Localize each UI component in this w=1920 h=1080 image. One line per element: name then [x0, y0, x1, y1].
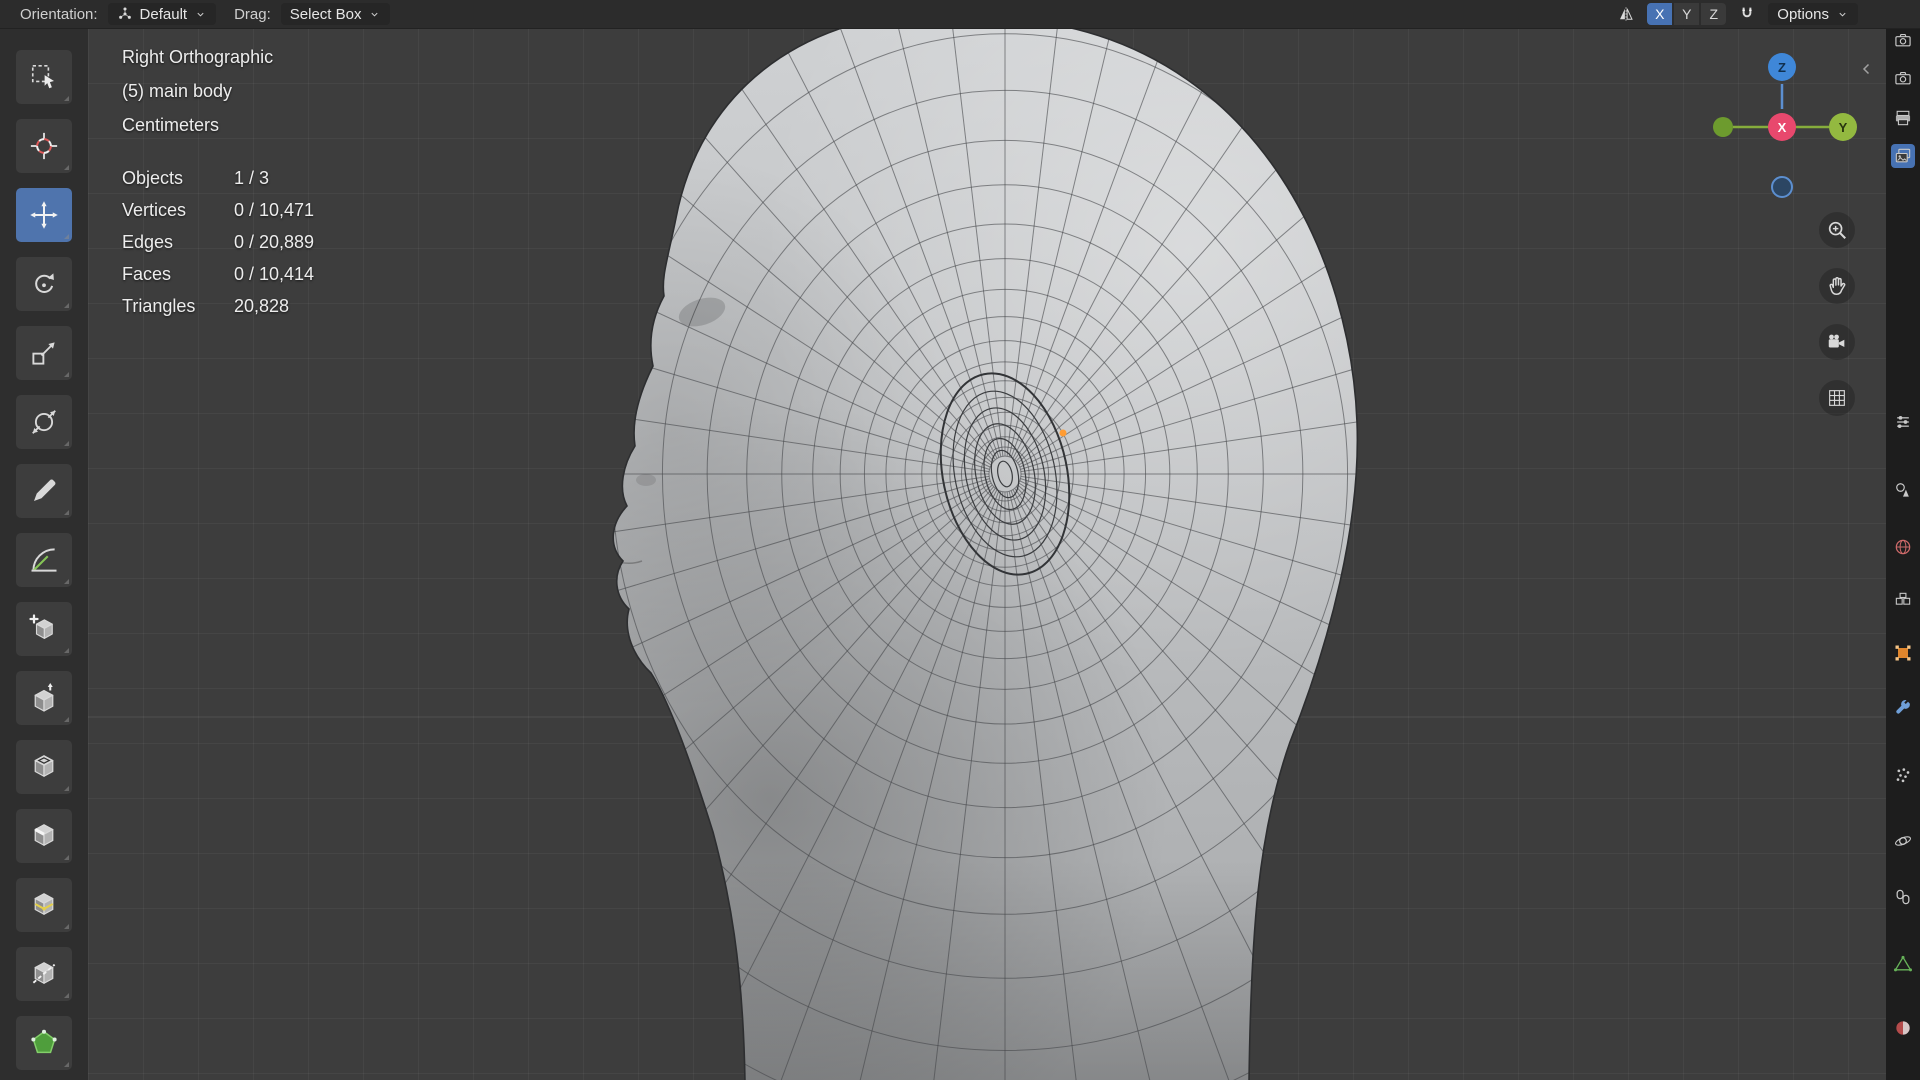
active-object-label: (5) main body: [122, 81, 233, 101]
stat-label: Objects: [122, 168, 184, 188]
view-mode-label: Right Orthographic: [122, 47, 274, 67]
tool-extrude-region[interactable]: [16, 671, 72, 725]
tool-rotate[interactable]: [16, 257, 72, 311]
tab-tool-properties[interactable]: [1891, 410, 1915, 434]
tab-physics-properties[interactable]: [1891, 829, 1915, 853]
tab-constraint-properties[interactable]: [1891, 885, 1915, 909]
tool-shelf: [0, 28, 88, 1080]
stat-row: Edges 0 / 20,889: [122, 226, 314, 258]
header-right-cluster: X Y Z Options: [1617, 3, 1858, 25]
tool-loop-cut[interactable]: [16, 878, 72, 932]
axis-orientation-icon: [117, 6, 133, 22]
tab-render-properties[interactable]: [1891, 66, 1915, 90]
stat-row: Objects 1 / 3: [122, 162, 314, 194]
mesh-statistics: Objects 1 / 3 Vertices 0 / 10,471 Edges 0 /…: [122, 162, 314, 322]
options-label: Options: [1777, 5, 1829, 23]
tool-inset-faces[interactable]: [16, 740, 72, 794]
tool-add-cube[interactable]: [16, 602, 72, 656]
units-label: Centimeters: [122, 115, 220, 135]
tool-transform[interactable]: [16, 395, 72, 449]
tab-output-properties[interactable]: [1891, 106, 1915, 130]
stat-value: 0 / 10,471: [234, 200, 315, 220]
chevron-down-icon: [1836, 8, 1849, 21]
pan-button[interactable]: [1819, 268, 1855, 304]
navigation-gizmo[interactable]: Z Y X: [1700, 36, 1870, 206]
gizmo-y-label: Y: [1839, 120, 1848, 135]
gizmo-z-negative-ball[interactable]: [1771, 176, 1793, 198]
orientation-value: Default: [139, 5, 188, 23]
tab-world-properties[interactable]: [1891, 535, 1915, 559]
viewport-nav-buttons: [1819, 212, 1855, 416]
tool-tweak-select[interactable]: [16, 50, 72, 104]
tab-scene-properties[interactable]: [1891, 478, 1915, 502]
mirror-x-toggle[interactable]: X: [1647, 3, 1673, 25]
tab-collection-properties[interactable]: [1891, 588, 1915, 612]
viewport-info-overlay: Right Orthographic (5) main body Centime…: [122, 40, 314, 322]
chevron-down-icon: [194, 8, 207, 21]
stat-value: 20,828: [234, 296, 290, 316]
stat-row: Triangles 20,828: [122, 290, 314, 322]
gizmo-x-label: X: [1778, 120, 1787, 135]
tool-bevel[interactable]: [16, 809, 72, 863]
tool-measure[interactable]: [16, 533, 72, 587]
snap-icon[interactable]: [1738, 5, 1756, 23]
stat-label: Faces: [122, 264, 172, 284]
chevron-down-icon: [368, 8, 381, 21]
mirror-z-toggle[interactable]: Z: [1701, 3, 1727, 25]
tool-cursor[interactable]: [16, 119, 72, 173]
stat-label: Triangles: [122, 296, 196, 316]
options-dropdown[interactable]: Options: [1768, 3, 1858, 25]
stat-value: 1 / 3: [234, 168, 270, 188]
tool-move[interactable]: [16, 188, 72, 242]
tab-modifier-properties[interactable]: [1891, 696, 1915, 720]
properties-rail: [1886, 28, 1920, 1080]
stat-value: 0 / 10,414: [234, 264, 315, 284]
tab-material-properties[interactable]: [1891, 1016, 1915, 1040]
mirror-axis-toggles: X Y Z: [1647, 3, 1727, 25]
tool-annotate[interactable]: [16, 464, 72, 518]
tool-knife[interactable]: [16, 947, 72, 1001]
grid-ortho-button[interactable]: [1819, 380, 1855, 416]
viewport-header: Orientation: Default Drag: Select Box X …: [0, 0, 1920, 28]
stat-row: Faces 0 / 10,414: [122, 258, 314, 290]
gizmo-z-label: Z: [1778, 60, 1786, 75]
stat-label: Vertices: [122, 200, 187, 220]
gizmo-y-negative-ball[interactable]: [1713, 117, 1733, 137]
stat-value: 0 / 20,889: [234, 232, 315, 252]
orientation-label: Orientation:: [20, 5, 98, 23]
viewport-canvas[interactable]: [88, 28, 1886, 1080]
camera-view-button[interactable]: [1819, 324, 1855, 360]
mirror-y-toggle[interactable]: Y: [1674, 3, 1700, 25]
stat-label: Edges: [122, 232, 174, 252]
stat-row: Vertices 0 / 10,471: [122, 194, 314, 226]
tab-object-properties[interactable]: [1891, 641, 1915, 665]
drag-value: Select Box: [289, 5, 362, 23]
tab-object-data-properties[interactable]: [1891, 952, 1915, 976]
drag-dropdown[interactable]: Select Box: [280, 3, 391, 25]
tool-poly-build[interactable]: [16, 1016, 72, 1070]
tab-view-layer-properties[interactable]: [1891, 144, 1915, 168]
tab-particle-properties[interactable]: [1891, 763, 1915, 787]
tab-editor-type[interactable]: [1891, 28, 1915, 52]
tool-scale[interactable]: [16, 326, 72, 380]
mirror-icon[interactable]: [1617, 5, 1635, 23]
blender-window: Orientation: Default Drag: Select Box X …: [0, 0, 1920, 1080]
collapse-panel-icon[interactable]: [1858, 60, 1876, 83]
drag-label: Drag:: [234, 5, 271, 23]
orientation-dropdown[interactable]: Default: [107, 3, 217, 25]
zoom-button[interactable]: [1819, 212, 1855, 248]
